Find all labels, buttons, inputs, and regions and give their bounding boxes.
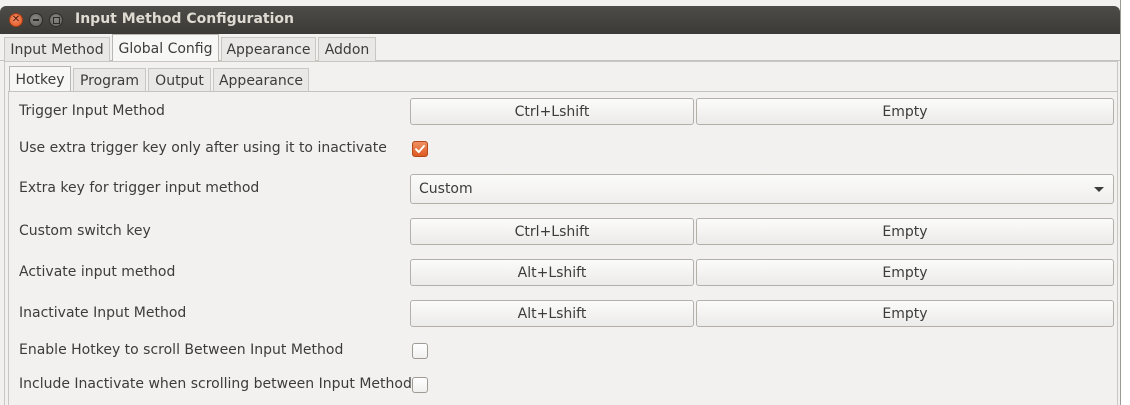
checkmark-icon — [415, 145, 425, 153]
config-window: ✕ Input Method Configuration Input Metho… — [0, 0, 1121, 405]
include-inactivate-checkbox[interactable] — [412, 377, 428, 393]
activate-key2-button[interactable]: Empty — [696, 259, 1114, 286]
minimize-icon[interactable] — [29, 13, 43, 27]
activate-input-method-label: Activate input method — [19, 264, 176, 280]
sub-tab-bar: Hotkey Program Output Appearance — [0, 64, 1120, 93]
tab-global-config[interactable]: Global Config — [112, 34, 219, 62]
tab-addon[interactable]: Addon — [318, 37, 376, 62]
subtab-program[interactable]: Program — [73, 68, 146, 93]
hotkey-pane — [8, 92, 1118, 405]
extra-key-label: Extra key for trigger input method — [19, 180, 260, 196]
extra-trigger-only-checkbox[interactable] — [412, 141, 428, 157]
custom-switch-key-label: Custom switch key — [19, 223, 151, 239]
window-title: Input Method Configuration — [75, 11, 294, 27]
subtab-appearance[interactable]: Appearance — [213, 68, 309, 93]
extra-trigger-only-label: Use extra trigger key only after using i… — [19, 140, 387, 156]
top-tab-bar: Input Method Global Config Appearance Ad… — [0, 34, 1120, 62]
custom-switch-key1-button[interactable]: Ctrl+Lshift — [410, 218, 694, 245]
inactivate-key1-button[interactable]: Alt+Lshift — [410, 300, 694, 327]
trigger-key1-button[interactable]: Ctrl+Lshift — [410, 98, 694, 125]
enable-scroll-hotkey-checkbox[interactable] — [412, 343, 428, 359]
chevron-down-icon — [1094, 187, 1104, 192]
include-inactivate-label: Include Inactivate when scrolling betwee… — [19, 376, 412, 392]
subtab-hotkey[interactable]: Hotkey — [9, 66, 71, 93]
tab-input-method[interactable]: Input Method — [4, 37, 110, 62]
trigger-key2-button[interactable]: Empty — [696, 98, 1114, 125]
inactivate-key2-button[interactable]: Empty — [696, 300, 1114, 327]
maximize-icon[interactable] — [49, 13, 63, 27]
extra-key-dropdown[interactable]: Custom — [410, 174, 1114, 204]
activate-key1-button[interactable]: Alt+Lshift — [410, 259, 694, 286]
trigger-input-method-label: Trigger Input Method — [19, 103, 165, 119]
tab-appearance[interactable]: Appearance — [221, 37, 316, 62]
enable-scroll-hotkey-label: Enable Hotkey to scroll Between Input Me… — [19, 342, 344, 358]
title-bar[interactable]: ✕ Input Method Configuration — [0, 6, 1120, 34]
close-icon[interactable]: ✕ — [9, 13, 23, 27]
subtab-output[interactable]: Output — [148, 68, 211, 93]
extra-key-value: Custom — [419, 181, 473, 197]
custom-switch-key2-button[interactable]: Empty — [696, 218, 1114, 245]
inactivate-input-method-label: Inactivate Input Method — [19, 305, 187, 321]
